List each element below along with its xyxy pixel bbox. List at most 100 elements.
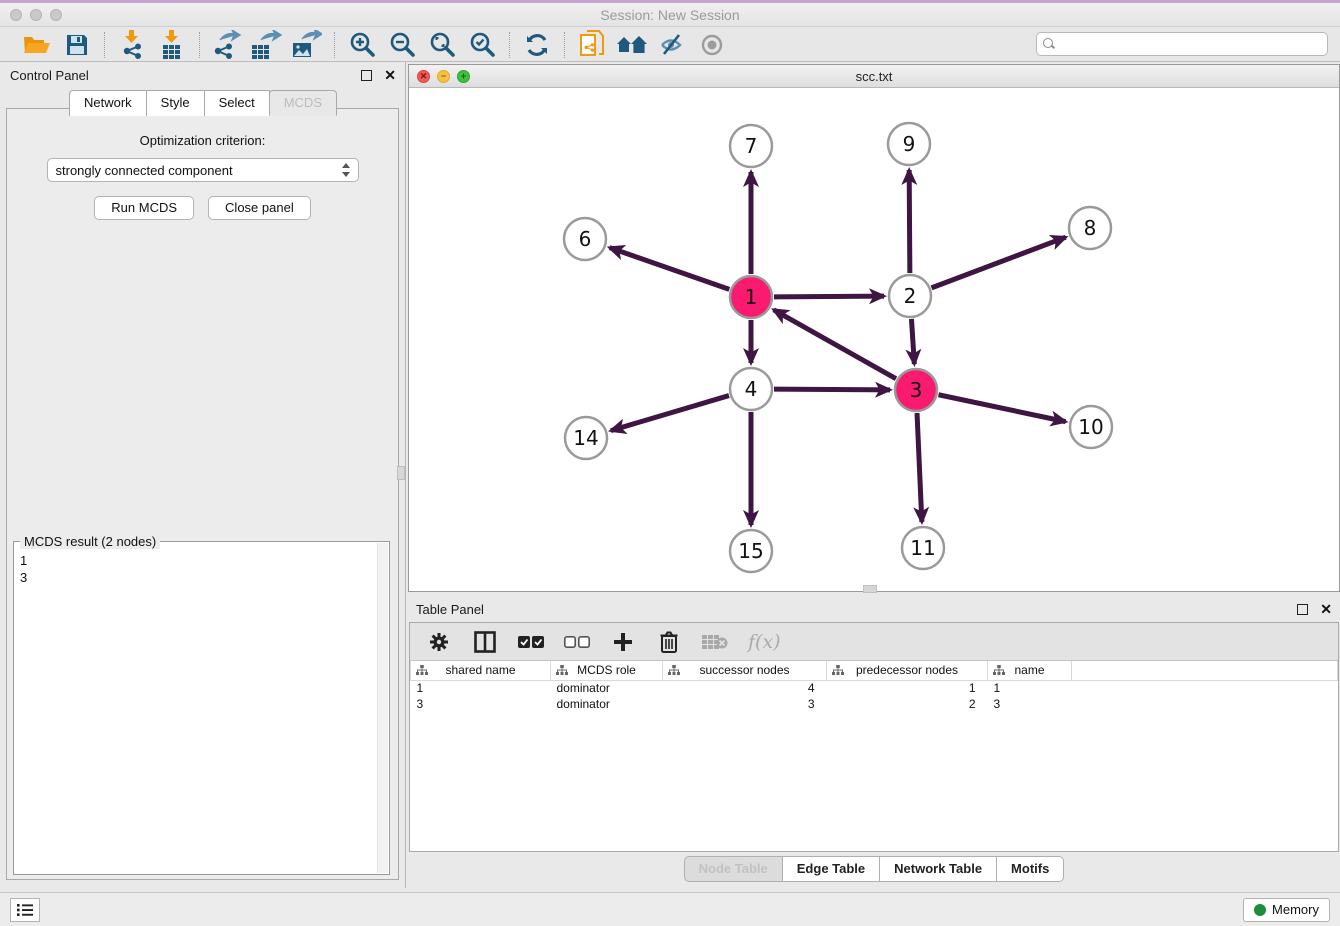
settings-icon[interactable]	[426, 629, 452, 655]
edge-2-8[interactable]	[932, 237, 1066, 288]
zoom-selected-icon[interactable]	[465, 31, 499, 59]
import-table-icon[interactable]	[155, 31, 189, 59]
network-maximize-icon[interactable]: +	[457, 70, 470, 83]
duplicate-network-icon[interactable]	[575, 31, 609, 59]
table-cell[interactable]: 1	[411, 680, 551, 696]
deselect-all-icon[interactable]	[564, 629, 590, 655]
edge-4-14[interactable]	[611, 396, 729, 431]
edge-3-10[interactable]	[939, 395, 1066, 422]
table-cell[interactable]: 4	[663, 680, 827, 696]
optimization-value: strongly connected component	[56, 163, 233, 178]
tab-network[interactable]: Network	[69, 90, 147, 116]
table-panel-title: Table Panel	[416, 602, 484, 617]
save-session-icon[interactable]	[60, 31, 94, 59]
optimization-select[interactable]: strongly connected component	[47, 158, 359, 182]
network-canvas[interactable]: 7 9 6 8 1 2 4 3 14 10 15 11	[409, 88, 1339, 591]
select-all-icon[interactable]	[518, 629, 544, 655]
table-cell[interactable]: 3	[411, 696, 551, 712]
graph-node-2[interactable]: 2	[889, 275, 931, 317]
column-header-MCDS-role[interactable]: MCDS role	[551, 661, 663, 680]
apply-layout-icon[interactable]	[520, 31, 554, 59]
tab-style[interactable]: Style	[146, 90, 205, 116]
zoom-out-icon[interactable]	[385, 31, 419, 59]
memory-status-icon	[1254, 904, 1266, 916]
network-splitter-handle[interactable]	[863, 585, 877, 593]
result-scrollbar[interactable]	[377, 543, 388, 873]
column-header-successor-nodes[interactable]: successor nodes	[663, 661, 827, 680]
table-cell[interactable]: 1	[827, 680, 988, 696]
edge-2-3[interactable]	[911, 319, 914, 364]
column-header-predecessor-nodes[interactable]: predecessor nodes	[827, 661, 988, 680]
panel-divider	[405, 62, 406, 888]
graph-node-6[interactable]: 6	[564, 218, 606, 260]
graph-node-8[interactable]: 8	[1069, 207, 1111, 249]
hide-panel-icon[interactable]	[655, 31, 689, 59]
edge-1-2[interactable]	[774, 296, 884, 297]
export-network-icon[interactable]	[210, 31, 244, 59]
graph-node-1[interactable]: 1	[730, 276, 772, 318]
network-graph[interactable]: 7 9 6 8 1 2 4 3 14 10 15 11	[409, 88, 1339, 591]
graph-node-7[interactable]: 7	[730, 125, 772, 167]
node-table[interactable]: shared nameMCDS rolesuccessor nodesprede…	[410, 661, 1338, 712]
table-row[interactable]: 3dominator323	[411, 696, 1338, 712]
edge-3-1[interactable]	[774, 310, 896, 379]
graph-node-14[interactable]: 14	[565, 417, 607, 459]
float-panel-icon[interactable]	[361, 70, 372, 81]
tab-network-table[interactable]: Network Table	[879, 856, 997, 882]
table-row[interactable]: 1dominator411	[411, 680, 1338, 696]
close-panel-button[interactable]: Close panel	[208, 196, 311, 220]
svg-text:1: 1	[745, 285, 758, 309]
import-network-icon[interactable]	[115, 31, 149, 59]
run-mcds-button[interactable]: Run MCDS	[94, 196, 194, 220]
graph-node-9[interactable]: 9	[888, 123, 930, 165]
table-cell[interactable]: dominator	[551, 696, 663, 712]
sitemap-icon	[832, 665, 844, 679]
graph-node-3[interactable]: 3	[895, 369, 937, 411]
splitter-handle[interactable]	[397, 466, 405, 480]
close-table-panel-icon[interactable]: ✕	[1320, 602, 1332, 616]
search-input[interactable]	[1036, 32, 1328, 56]
home-icon[interactable]	[615, 31, 649, 59]
open-session-icon[interactable]	[20, 31, 54, 59]
table-cell[interactable]: 3	[988, 696, 1072, 712]
svg-text:3: 3	[910, 378, 923, 402]
tab-select[interactable]: Select	[204, 90, 270, 116]
export-image-icon[interactable]	[290, 31, 324, 59]
table-cell[interactable]: 2	[827, 696, 988, 712]
zoom-in-icon[interactable]	[345, 31, 379, 59]
tab-mcds[interactable]: MCDS	[269, 90, 337, 116]
delete-column-icon[interactable]	[656, 629, 682, 655]
graph-node-11[interactable]: 11	[902, 527, 944, 569]
network-close-icon[interactable]: ✕	[417, 70, 430, 83]
graph-node-15[interactable]: 15	[730, 530, 772, 572]
column-header-shared-name[interactable]: shared name	[411, 661, 551, 680]
control-panel-title: Control Panel	[10, 68, 89, 83]
table-cell[interactable]: 3	[663, 696, 827, 712]
tab-edge-table[interactable]: Edge Table	[782, 856, 880, 882]
graph-node-10[interactable]: 10	[1070, 406, 1112, 448]
column-header-name[interactable]: name	[988, 661, 1072, 680]
export-table-icon[interactable]	[250, 31, 284, 59]
table-cell[interactable]: 1	[988, 680, 1072, 696]
network-window-titlebar[interactable]: scc.txt ✕ − +	[409, 65, 1339, 88]
tab-motifs[interactable]: Motifs	[996, 856, 1064, 882]
zoom-fit-icon[interactable]	[425, 31, 459, 59]
tab-node-table[interactable]: Node Table	[684, 856, 783, 882]
edge-1-6[interactable]	[610, 248, 730, 290]
mcds-result-text[interactable]: 13	[20, 552, 377, 872]
node-table-container: f(x) shared nameMCDS rolesuccessor nodes…	[409, 622, 1339, 852]
split-view-icon[interactable]	[472, 629, 498, 655]
memory-button[interactable]: Memory	[1243, 898, 1330, 922]
table-cell[interactable]: dominator	[551, 680, 663, 696]
add-column-icon[interactable]	[610, 629, 636, 655]
list-icon	[17, 903, 33, 917]
edge-4-3[interactable]	[774, 389, 890, 390]
graph-node-4[interactable]: 4	[730, 368, 772, 410]
edge-2-9[interactable]	[909, 170, 910, 273]
float-table-panel-icon[interactable]	[1297, 604, 1308, 615]
table-tabs: Node TableEdge TableNetwork TableMotifs	[408, 856, 1340, 882]
edge-3-11[interactable]	[917, 413, 922, 522]
network-minimize-icon[interactable]: −	[437, 70, 450, 83]
task-history-button[interactable]	[10, 898, 40, 922]
close-panel-icon[interactable]: ✕	[384, 68, 396, 82]
